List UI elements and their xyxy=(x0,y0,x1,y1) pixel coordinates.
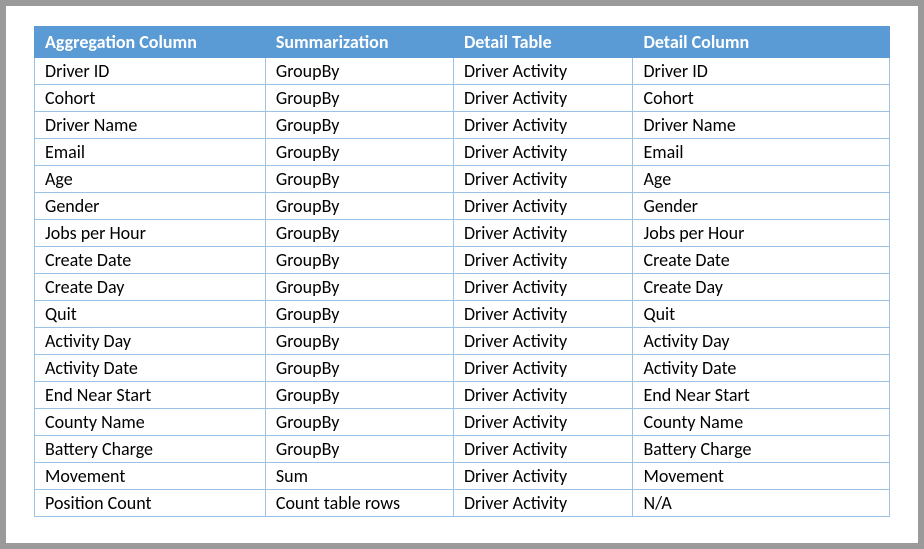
table-cell: GroupBy xyxy=(265,436,453,463)
table-cell: Create Date xyxy=(35,247,266,274)
table-cell: Driver Name xyxy=(35,112,266,139)
header-detail-table: Detail Table xyxy=(453,27,633,58)
table-cell: Driver Activity xyxy=(453,490,633,517)
table-cell: Age xyxy=(35,166,266,193)
page-container: Aggregation Column Summarization Detail … xyxy=(6,6,918,543)
table-cell: N/A xyxy=(633,490,890,517)
table-cell: GroupBy xyxy=(265,220,453,247)
table-cell: GroupBy xyxy=(265,274,453,301)
table-cell: End Near Start xyxy=(633,382,890,409)
table-row: Driver NameGroupByDriver ActivityDriver … xyxy=(35,112,890,139)
table-cell: Driver Activity xyxy=(453,355,633,382)
table-cell: GroupBy xyxy=(265,301,453,328)
table-cell: County Name xyxy=(35,409,266,436)
table-cell: County Name xyxy=(633,409,890,436)
table-row: EmailGroupByDriver ActivityEmail xyxy=(35,139,890,166)
table-cell: GroupBy xyxy=(265,85,453,112)
table-row: QuitGroupByDriver ActivityQuit xyxy=(35,301,890,328)
table-cell: Create Day xyxy=(633,274,890,301)
table-row: Create DayGroupByDriver ActivityCreate D… xyxy=(35,274,890,301)
table-row: CohortGroupByDriver ActivityCohort xyxy=(35,85,890,112)
table-cell: Cohort xyxy=(633,85,890,112)
table-row: GenderGroupByDriver ActivityGender xyxy=(35,193,890,220)
table-cell: Email xyxy=(633,139,890,166)
table-cell: Sum xyxy=(265,463,453,490)
table-cell: Driver Activity xyxy=(453,382,633,409)
table-cell: GroupBy xyxy=(265,382,453,409)
table-cell: GroupBy xyxy=(265,112,453,139)
table-row: AgeGroupByDriver ActivityAge xyxy=(35,166,890,193)
table-cell: Driver Activity xyxy=(453,193,633,220)
table-cell: GroupBy xyxy=(265,247,453,274)
table-body: Driver IDGroupByDriver ActivityDriver ID… xyxy=(35,58,890,517)
table-cell: End Near Start xyxy=(35,382,266,409)
table-cell: GroupBy xyxy=(265,58,453,85)
table-cell: Driver Activity xyxy=(453,463,633,490)
table-row: Activity DateGroupByDriver ActivityActiv… xyxy=(35,355,890,382)
table-cell: Driver Activity xyxy=(453,58,633,85)
table-cell: Quit xyxy=(35,301,266,328)
table-cell: GroupBy xyxy=(265,328,453,355)
table-cell: Gender xyxy=(633,193,890,220)
table-cell: Activity Date xyxy=(633,355,890,382)
table-cell: Driver Activity xyxy=(453,247,633,274)
table-cell: Movement xyxy=(35,463,266,490)
table-cell: GroupBy xyxy=(265,166,453,193)
table-row: Activity DayGroupByDriver ActivityActivi… xyxy=(35,328,890,355)
table-cell: Driver Activity xyxy=(453,112,633,139)
table-cell: GroupBy xyxy=(265,193,453,220)
table-cell: Quit xyxy=(633,301,890,328)
table-cell: Jobs per Hour xyxy=(35,220,266,247)
table-cell: Driver Activity xyxy=(453,274,633,301)
table-cell: Position Count xyxy=(35,490,266,517)
table-header-row: Aggregation Column Summarization Detail … xyxy=(35,27,890,58)
table-cell: Create Day xyxy=(35,274,266,301)
table-row: MovementSumDriver ActivityMovement xyxy=(35,463,890,490)
table-cell: Activity Day xyxy=(633,328,890,355)
table-cell: Email xyxy=(35,139,266,166)
table-cell: GroupBy xyxy=(265,409,453,436)
table-row: Position CountCount table rowsDriver Act… xyxy=(35,490,890,517)
table-row: Battery ChargeGroupByDriver ActivityBatt… xyxy=(35,436,890,463)
table-cell: Driver Activity xyxy=(453,409,633,436)
table-cell: Driver Name xyxy=(633,112,890,139)
table-cell: Driver Activity xyxy=(453,436,633,463)
header-aggregation-column: Aggregation Column xyxy=(35,27,266,58)
table-cell: Cohort xyxy=(35,85,266,112)
table-row: County NameGroupByDriver ActivityCounty … xyxy=(35,409,890,436)
aggregation-table: Aggregation Column Summarization Detail … xyxy=(34,26,890,517)
header-summarization: Summarization xyxy=(265,27,453,58)
table-cell: Driver Activity xyxy=(453,301,633,328)
table-cell: Count table rows xyxy=(265,490,453,517)
table-cell: Driver Activity xyxy=(453,220,633,247)
table-cell: Driver Activity xyxy=(453,166,633,193)
table-row: Driver IDGroupByDriver ActivityDriver ID xyxy=(35,58,890,85)
table-cell: Create Date xyxy=(633,247,890,274)
table-cell: Battery Charge xyxy=(633,436,890,463)
table-row: End Near StartGroupByDriver ActivityEnd … xyxy=(35,382,890,409)
table-cell: Driver Activity xyxy=(453,328,633,355)
table-cell: Age xyxy=(633,166,890,193)
table-cell: Activity Day xyxy=(35,328,266,355)
table-cell: GroupBy xyxy=(265,139,453,166)
table-cell: Driver Activity xyxy=(453,139,633,166)
header-detail-column: Detail Column xyxy=(633,27,890,58)
table-cell: GroupBy xyxy=(265,355,453,382)
table-cell: Driver ID xyxy=(633,58,890,85)
table-cell: Driver ID xyxy=(35,58,266,85)
table-cell: Activity Date xyxy=(35,355,266,382)
table-row: Create DateGroupByDriver ActivityCreate … xyxy=(35,247,890,274)
table-row: Jobs per HourGroupByDriver ActivityJobs … xyxy=(35,220,890,247)
table-cell: Gender xyxy=(35,193,266,220)
table-cell: Driver Activity xyxy=(453,85,633,112)
table-cell: Jobs per Hour xyxy=(633,220,890,247)
table-cell: Battery Charge xyxy=(35,436,266,463)
table-cell: Movement xyxy=(633,463,890,490)
